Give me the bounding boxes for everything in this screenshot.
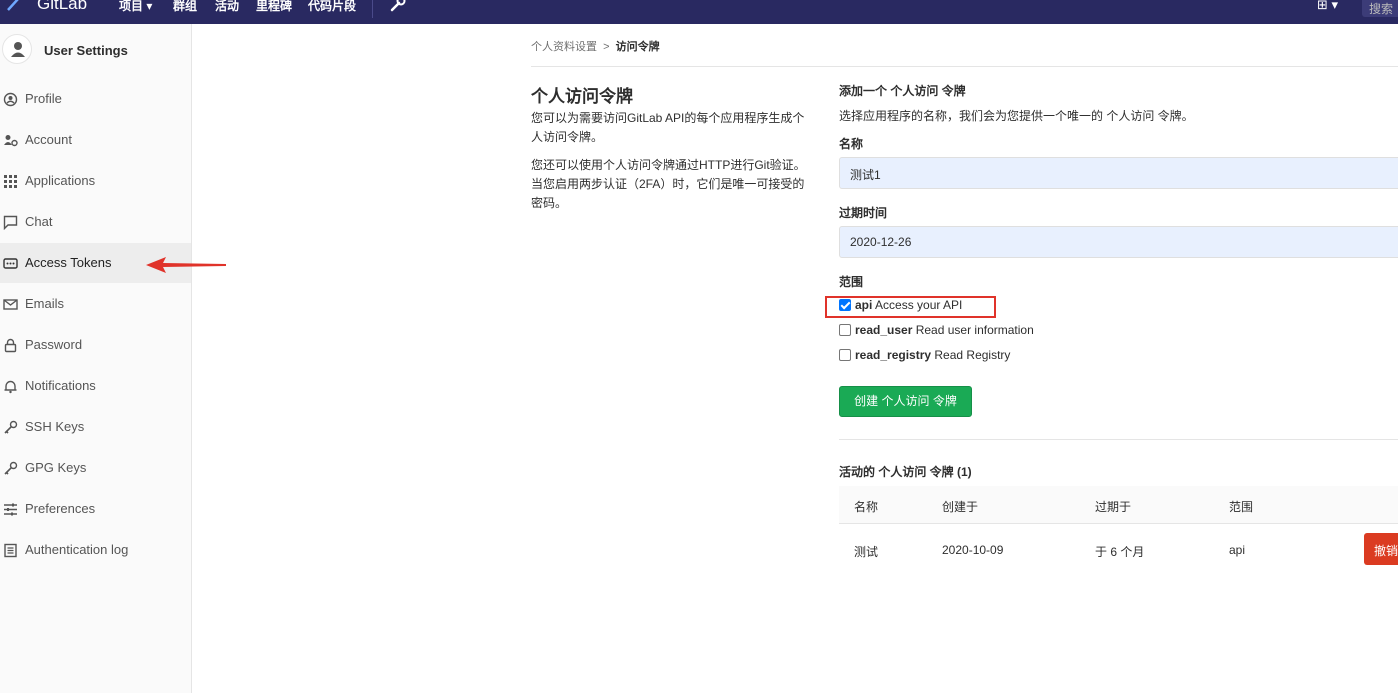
name-label: 名称	[839, 137, 864, 151]
token-name-cell: 测试	[854, 545, 879, 559]
new-dropdown-button[interactable]: ⊞ ▾	[1317, 0, 1338, 13]
section-divider	[839, 439, 1398, 440]
sidebar-item-account[interactable]: Account	[0, 120, 191, 160]
column-header-scopes: 范围	[1229, 500, 1254, 514]
nav-activity[interactable]: 活动	[215, 0, 239, 14]
active-tokens-title: 活动的 个人访问 令牌 (1)	[839, 465, 972, 479]
account-icon	[4, 135, 18, 147]
column-header-expires: 过期于	[1095, 500, 1132, 514]
key-icon	[4, 461, 18, 475]
add-token-title: 添加一个 个人访问 令牌	[839, 84, 966, 98]
mail-icon	[3, 299, 18, 310]
column-header-name: 名称	[854, 500, 879, 514]
token-expires-cell: 于 6 个月	[1095, 545, 1145, 559]
sidebar-item-notifications[interactable]: Notifications	[0, 366, 191, 406]
annotation-highlight-box	[825, 296, 996, 318]
breadcrumb-divider	[531, 66, 1398, 67]
nav-milestones[interactable]: 里程碑	[256, 0, 292, 14]
sidebar-item-label: Authentication log	[25, 542, 129, 557]
nav-projects[interactable]: 项目 ▾	[119, 0, 152, 14]
sidebar-item-emails[interactable]: Emails	[0, 284, 191, 324]
bell-icon	[4, 380, 17, 394]
sidebar-item-label: Password	[25, 337, 83, 352]
nav-groups[interactable]: 群组	[173, 0, 197, 14]
log-icon	[4, 543, 17, 558]
top-navbar: GitLab 项目 ▾ 群组 活动 里程碑 代码片段 ⊞ ▾ 搜索	[0, 0, 1398, 24]
preferences-icon	[4, 503, 17, 516]
brand-name[interactable]: GitLab	[37, 0, 87, 14]
gitlab-logo-icon[interactable]	[6, 0, 20, 12]
nav-snippets[interactable]: 代码片段	[308, 0, 356, 14]
breadcrumb-parent-link[interactable]: 个人资料设置	[531, 41, 597, 53]
chevron-down-icon: ▾	[1331, 0, 1339, 12]
scope-desc: Read user information	[915, 323, 1034, 337]
sidebar-item-label: GPG Keys	[25, 460, 87, 475]
breadcrumb-current: 访问令牌	[615, 41, 660, 53]
user-icon	[11, 42, 25, 57]
nav-divider	[372, 0, 373, 18]
plus-square-icon: ⊞	[1317, 0, 1328, 12]
scope-name: read_user	[855, 323, 913, 337]
key-icon	[4, 420, 18, 434]
sidebar-item-label: Chat	[25, 214, 53, 229]
annotation-arrow-icon	[146, 257, 226, 273]
sidebar-item-chat[interactable]: Chat	[0, 202, 191, 242]
scope-read-registry[interactable]: read_registry Read Registry	[839, 348, 1010, 366]
sidebar-item-label: Account	[25, 132, 72, 147]
scope-read-registry-checkbox[interactable]	[839, 349, 851, 361]
scope-read-user-checkbox[interactable]	[839, 324, 851, 336]
breadcrumb: 个人资料设置 > 访问令牌	[531, 38, 660, 54]
sidebar-item-applications[interactable]: Applications	[0, 161, 191, 201]
sidebar-item-authentication-log[interactable]: Authentication log	[0, 530, 191, 570]
revoke-button[interactable]: 撤销	[1364, 533, 1398, 565]
chevron-right-icon: >	[600, 41, 616, 53]
sidebar-item-profile[interactable]: Profile	[0, 79, 191, 119]
sidebar-header[interactable]: User Settings	[0, 34, 191, 66]
search-input[interactable]: 搜索	[1362, 0, 1398, 17]
sidebar-item-preferences[interactable]: Preferences	[0, 489, 191, 529]
sidebar-item-label: SSH Keys	[25, 419, 85, 434]
lock-icon	[4, 338, 17, 353]
sidebar-item-label: Applications	[25, 173, 96, 188]
profile-icon	[3, 92, 18, 107]
table-row: 测试 2020-10-09 于 6 个月 api 撤销	[839, 524, 1398, 574]
create-token-button[interactable]: 创建 个人访问 令牌	[839, 386, 972, 417]
sidebar-title: User Settings	[44, 43, 128, 58]
column-header-created: 创建于	[942, 500, 979, 514]
sidebar-item-label: Notifications	[25, 378, 96, 393]
token-name-input[interactable]: 测试1	[839, 157, 1398, 189]
sidebar-item-label: Profile	[25, 91, 62, 106]
scope-name: read_registry	[855, 348, 932, 362]
expires-label: 过期时间	[839, 206, 888, 220]
scope-desc: Read Registry	[934, 348, 1011, 362]
intro-paragraph: 您可以为需要访问GitLab API的每个应用程序生成个人访问令牌。	[531, 111, 805, 144]
sidebar-item-label: Emails	[25, 296, 65, 311]
chat-icon	[3, 215, 18, 230]
sidebar-item-password[interactable]: Password	[0, 325, 191, 365]
expires-date-input[interactable]: 2020-12-26	[839, 226, 1398, 258]
wrench-icon[interactable]	[390, 0, 406, 12]
sidebar-item-label: Access Tokens	[25, 255, 112, 270]
tokens-table-header: 名称 创建于 过期于 范围	[839, 486, 1398, 524]
settings-sidebar: User Settings Profile Account Applicatio…	[0, 24, 192, 693]
intro-paragraph-2fa: 您还可以使用个人访问令牌通过HTTP进行Git验证。 当您启用两步认证（2FA）…	[531, 158, 806, 210]
scope-read-user[interactable]: read_user Read user information	[839, 323, 1034, 341]
add-token-description: 选择应用程序的名称，我们会为您提供一个唯一的 个人访问 令牌。	[839, 109, 1194, 123]
token-scope-cell: api	[1229, 543, 1246, 557]
page-title: 个人访问令牌	[531, 87, 633, 106]
avatar	[2, 34, 32, 64]
token-icon	[3, 258, 18, 269]
applications-icon	[4, 175, 17, 188]
sidebar-item-label: Preferences	[25, 501, 96, 516]
token-created-cell: 2020-10-09	[942, 543, 1004, 557]
sidebar-item-ssh-keys[interactable]: SSH Keys	[0, 407, 191, 447]
scopes-label: 范围	[839, 275, 864, 289]
sidebar-item-gpg-keys[interactable]: GPG Keys	[0, 448, 191, 488]
